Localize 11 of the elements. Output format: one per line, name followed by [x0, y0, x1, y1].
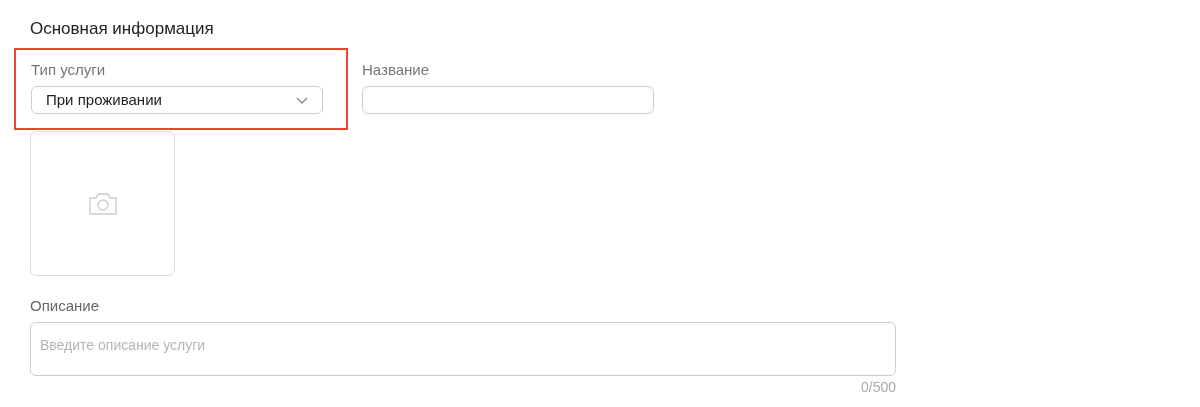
character-counter: 0/500	[860, 378, 896, 396]
chevron-down-icon	[296, 96, 308, 104]
service-type-dropdown[interactable]: При проживании	[31, 86, 323, 114]
camera-icon	[87, 191, 118, 216]
field-label: Название	[362, 60, 431, 80]
field-label: Описание	[30, 296, 101, 316]
field-label: Тип услуги	[31, 60, 107, 80]
description-input[interactable]: Введите описание услуги	[30, 322, 896, 376]
photo-upload[interactable]	[30, 131, 175, 276]
name-input[interactable]	[362, 86, 654, 114]
section-title: Основная информация	[30, 18, 215, 40]
